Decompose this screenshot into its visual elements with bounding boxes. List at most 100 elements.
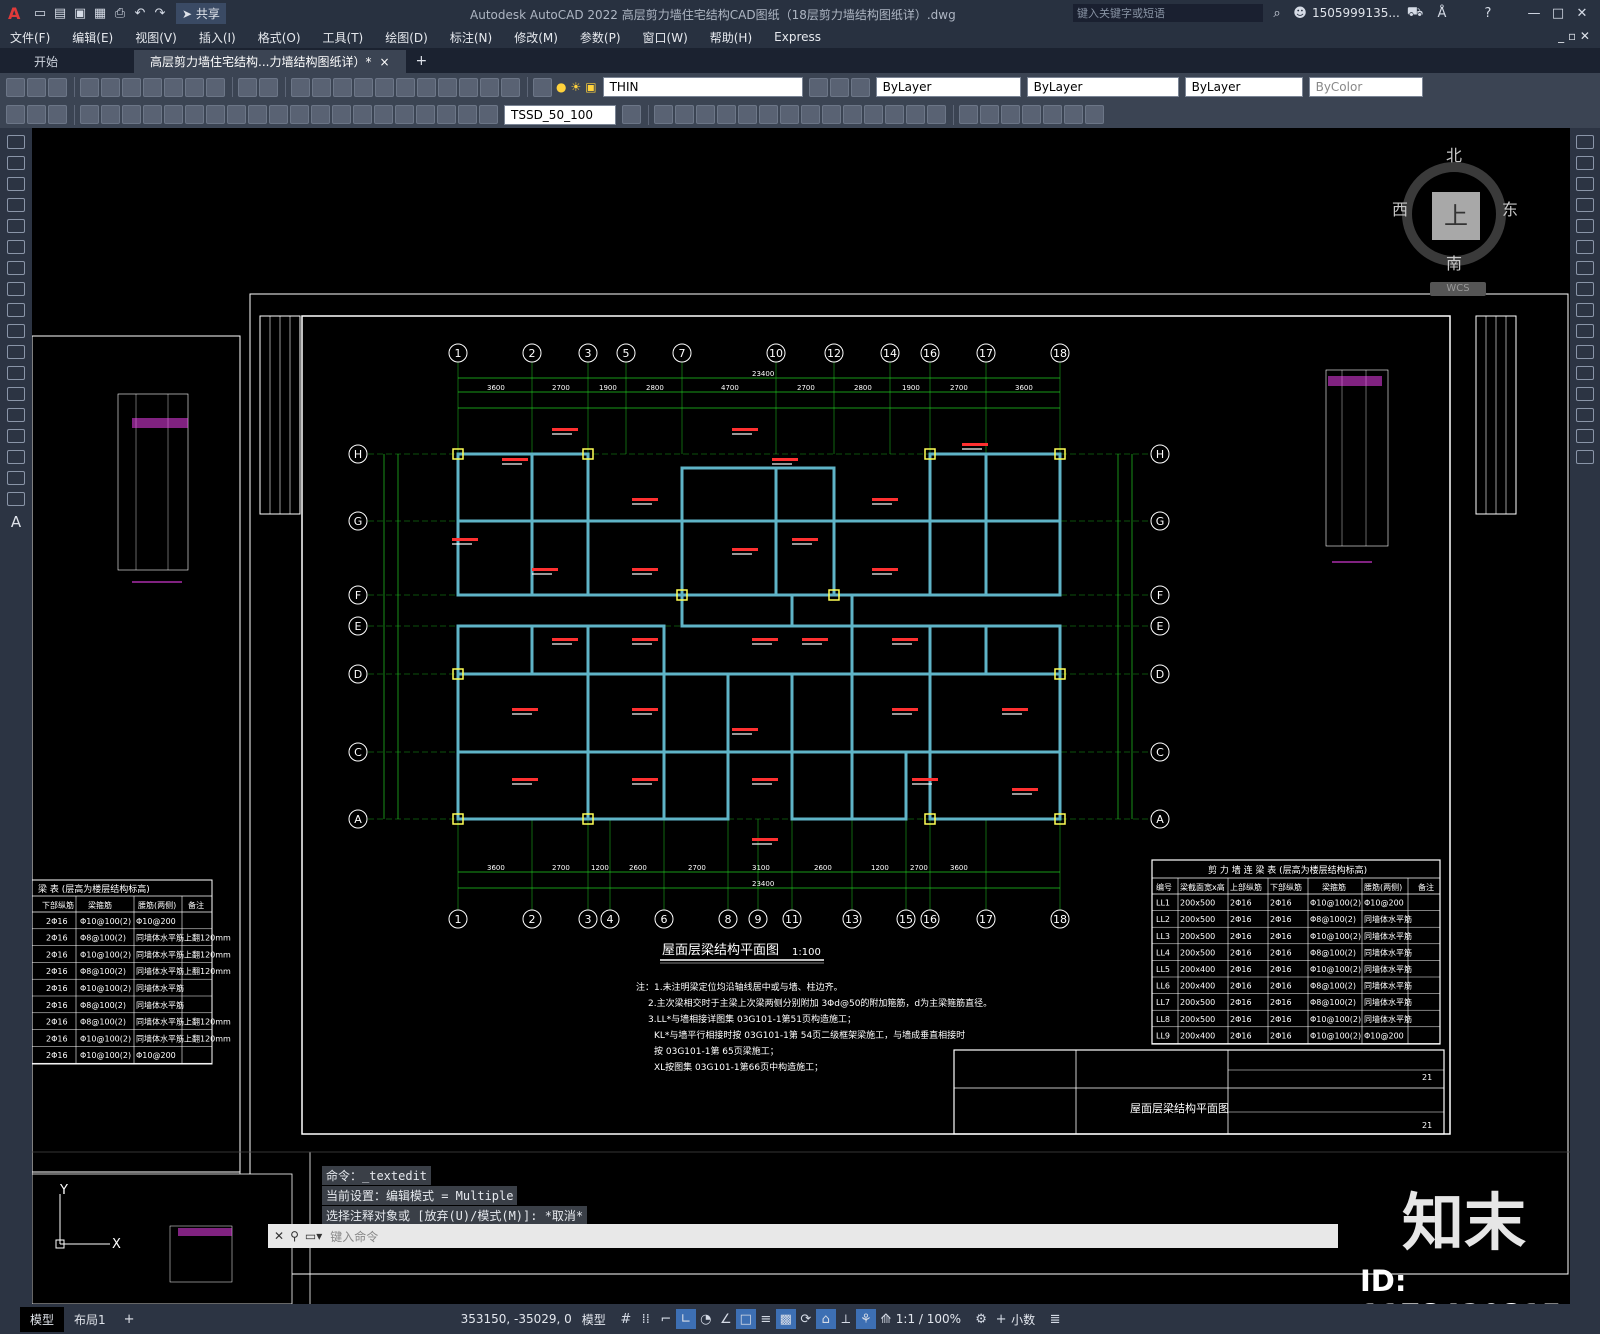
interfere-icon[interactable] [927,105,946,124]
center-mark-icon[interactable] [374,105,393,124]
quick-access-new-icon[interactable]: ▭ [30,3,50,23]
copy-icon[interactable] [164,77,183,97]
model-space-toggle[interactable]: 模型 [582,1311,606,1328]
selection-cycling-icon[interactable]: ⟳ [796,1309,816,1329]
units-readout[interactable]: 小数 [1011,1311,1035,1328]
section-icon[interactable] [885,105,904,124]
calculator-icon[interactable] [480,77,499,97]
cart-icon[interactable]: ⛟ [1405,3,1425,23]
torus-icon[interactable] [759,105,778,124]
wcs-menu[interactable]: WCS [1430,282,1486,296]
box-icon[interactable] [654,105,673,124]
ortho-icon[interactable]: ∟ [675,1309,696,1329]
sheet-set-icon[interactable] [438,77,457,97]
dim-linear-icon[interactable] [80,105,99,124]
polyline-tool-icon[interactable] [7,177,25,191]
menu-help[interactable]: 帮助(H) [710,29,752,46]
slice-icon[interactable] [906,105,925,124]
lightbulb-icon[interactable]: ● [556,80,566,94]
plus-icon[interactable]: + [991,1309,1011,1329]
dynamic-ucs-icon[interactable]: ⟂ [836,1309,856,1329]
user-icon[interactable]: ☻ [1290,3,1310,23]
customize-icon[interactable]: ≣ [1045,1309,1065,1329]
markup-icon[interactable] [459,77,478,97]
chamfer-tool-icon[interactable] [1576,408,1594,422]
osnap-icon[interactable]: □ [735,1309,756,1329]
grid-icon[interactable]: # [616,1309,636,1329]
extend-tool-icon[interactable] [1576,345,1594,359]
coordinates-readout[interactable]: 353150, -35029, 0 [461,1312,572,1326]
undo-icon[interactable]: ↶ [130,3,150,23]
command-customize-icon[interactable]: ⚲ [290,1229,299,1243]
tssd-tool-2-icon[interactable] [27,105,46,124]
autodesk-app-icon[interactable]: Å [1432,3,1452,23]
tool-palette-icon[interactable] [417,77,436,97]
zoom-previous-icon[interactable] [354,77,373,97]
rotate-tool-icon[interactable] [1576,261,1594,275]
lineweight-icon[interactable]: ≡ [756,1309,776,1329]
help-tool-icon[interactable] [501,77,520,97]
dim-jogged-icon[interactable] [185,105,204,124]
polar-icon[interactable]: ◔ [696,1309,716,1329]
search-input[interactable]: 键入关键字或短语 [1073,5,1165,21]
view-icon[interactable] [1064,105,1083,124]
dim-continue-icon[interactable] [290,105,309,124]
jogged-linear-icon[interactable] [416,105,435,124]
stretch-tool-icon[interactable] [1576,303,1594,317]
circle-tool-icon[interactable] [7,261,25,275]
infer-icon[interactable]: ⌐ [656,1309,676,1329]
dim-arc-icon[interactable] [122,105,141,124]
menu-file[interactable]: 文件(F) [10,29,50,46]
dim-quick-icon[interactable] [248,105,267,124]
search-icon[interactable]: ⌕ [1267,3,1287,23]
close-icon[interactable]: ✕ [1572,3,1592,23]
xline-tool-icon[interactable] [7,156,25,170]
tolerance-icon[interactable] [353,105,372,124]
dim-ordinate-icon[interactable] [143,105,162,124]
plot-icon[interactable] [80,77,99,97]
spline-tool-icon[interactable] [7,303,25,317]
menu-format[interactable]: 格式(O) [258,29,301,46]
viewcube-top-face[interactable]: 上 [1432,192,1480,240]
trim-tool-icon[interactable] [1576,324,1594,338]
dim-angular-icon[interactable] [227,105,246,124]
cad-drawing[interactable]: 17 梁 表 (层高为楼层结构标高) 下部纵筋 梁箍筋 腰筋( [32,128,1570,1304]
new-icon[interactable] [6,77,25,97]
dim-text-edit-icon[interactable] [458,105,477,124]
wedge-icon[interactable] [738,105,757,124]
rectangle-tool-icon[interactable] [7,219,25,233]
shade-icon[interactable] [980,105,999,124]
render-icon[interactable] [959,105,978,124]
menu-parametric[interactable]: 参数(P) [580,29,621,46]
command-recent-icon[interactable]: ▭▾ [305,1229,322,1243]
zoom-realtime-icon[interactable] [312,77,331,97]
copy-tool-icon[interactable] [1576,156,1594,170]
quick-access-save-icon[interactable]: ▣ [70,3,90,23]
array-tool-icon[interactable] [1576,219,1594,233]
cut-icon[interactable] [143,77,162,97]
menu-view[interactable]: 视图(V) [135,29,177,46]
ellipse-arc-tool-icon[interactable] [7,345,25,359]
pan-icon[interactable] [291,77,310,97]
join-tool-icon[interactable] [1576,387,1594,401]
viewcube-west[interactable]: 西 [1392,196,1408,220]
menu-modify[interactable]: 修改(M) [514,29,558,46]
command-close-icon[interactable]: ✕ [274,1229,284,1243]
point-tool-icon[interactable] [7,408,25,422]
menu-edit[interactable]: 编辑(E) [72,29,113,46]
properties-icon[interactable] [375,77,394,97]
matchprop-icon[interactable] [206,77,225,97]
sphere-icon[interactable] [675,105,694,124]
annotation-scale-icon[interactable]: ⟰ [876,1309,896,1329]
paste-icon[interactable] [185,77,204,97]
tab-drawing[interactable]: 高层剪力墙住宅结构...力墙结构图纸详）* × [134,50,406,73]
plotstyle-dropdown[interactable]: ByColor [1308,77,1423,97]
tab-start[interactable]: 开始 [18,50,74,73]
add-layout-button[interactable]: + [116,1308,143,1331]
revolve-icon[interactable] [801,105,820,124]
subtract-icon[interactable] [843,105,862,124]
table-tool-icon[interactable] [7,492,25,506]
menu-draw[interactable]: 绘图(D) [385,29,428,46]
layout-tab-model[interactable]: 模型 [20,1306,65,1332]
menu-dimension[interactable]: 标注(N) [450,29,492,46]
